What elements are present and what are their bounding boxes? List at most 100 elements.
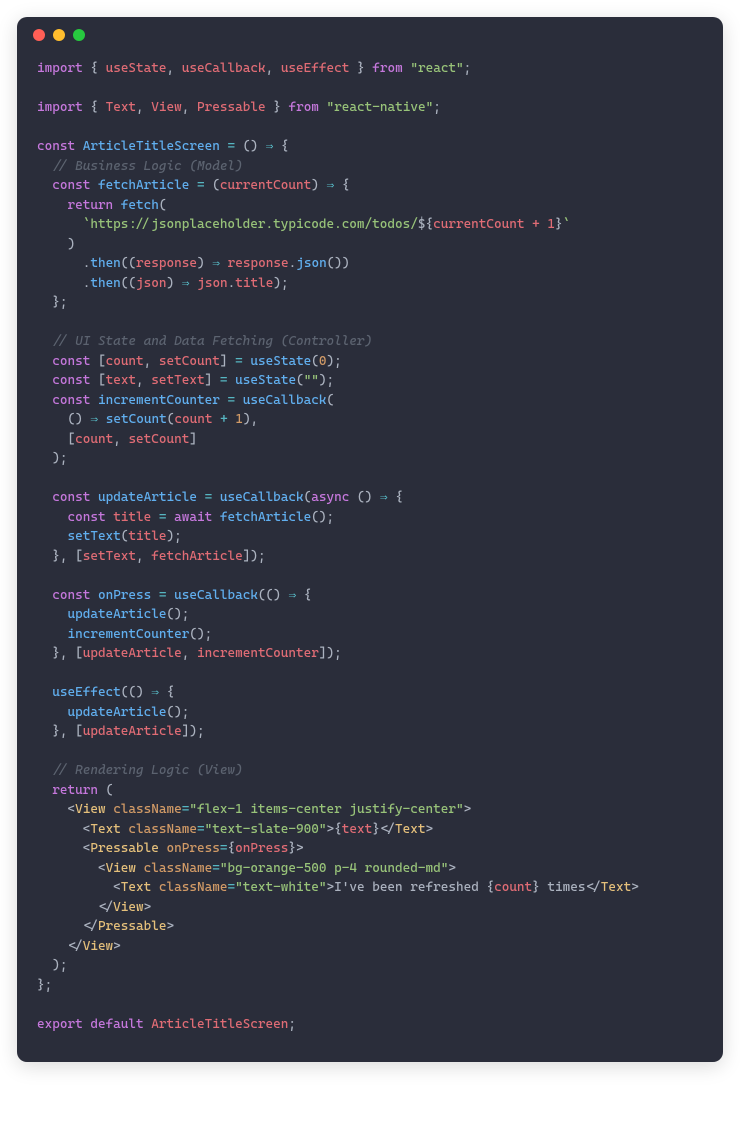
token-w	[37, 880, 113, 895]
token-tmpl: currentCount + 1	[433, 217, 555, 232]
token-p: {	[281, 139, 289, 154]
token-p: ;	[288, 1017, 296, 1032]
token-var: Pressable	[197, 100, 266, 115]
token-op: ⇒	[151, 685, 159, 700]
token-var: useEffect	[281, 61, 350, 76]
token-fn: updateArticle	[98, 490, 197, 505]
token-p: {	[486, 880, 494, 895]
token-w	[90, 178, 98, 193]
token-kw: const	[52, 393, 90, 408]
code-line: () ⇒ setCount(count + 1),	[37, 410, 703, 430]
token-p: ();	[167, 705, 190, 720]
token-tag: Text	[121, 880, 151, 895]
token-w	[37, 237, 67, 252]
code-line: <Text className="text-slate-900">{text}<…	[37, 820, 703, 840]
code-line: return (	[37, 781, 703, 801]
token-op: ⇒	[182, 276, 190, 291]
token-w	[159, 685, 167, 700]
token-w	[37, 958, 52, 973]
token-var: count	[75, 432, 113, 447]
code-line	[37, 995, 703, 1015]
token-p: [	[75, 646, 83, 661]
code-line: }, [updateArticle]);	[37, 722, 703, 742]
token-p: ();	[311, 510, 334, 525]
token-fn: useState	[250, 354, 311, 369]
token-w	[37, 861, 98, 876]
token-w	[174, 276, 182, 291]
token-w	[220, 256, 228, 271]
code-line	[37, 664, 703, 684]
token-var: count	[106, 354, 144, 369]
code-line: // Rendering Logic (View)	[37, 761, 703, 781]
token-var: incrementCounter	[197, 646, 319, 661]
token-p: [	[98, 373, 106, 388]
token-p: };	[37, 978, 52, 993]
token-p: );	[327, 354, 342, 369]
code-line: updateArticle();	[37, 703, 703, 723]
token-w	[37, 159, 52, 174]
token-w	[212, 373, 220, 388]
code-line: <Pressable onPress={onPress}>	[37, 839, 703, 859]
token-kw: from	[288, 100, 318, 115]
token-w	[174, 61, 182, 76]
token-fn: fetch	[121, 198, 159, 213]
token-w	[167, 588, 175, 603]
token-w	[235, 139, 243, 154]
token-str: "react-native"	[327, 100, 434, 115]
token-p: ();	[189, 627, 212, 642]
token-w	[273, 139, 281, 154]
code-line: <View className="bg-orange-500 p-4 round…	[37, 859, 703, 879]
token-p: >	[464, 802, 472, 817]
code-line: </View>	[37, 937, 703, 957]
token-p: >	[448, 861, 456, 876]
code-line: const incrementCounter = useCallback(	[37, 391, 703, 411]
token-op: =	[227, 880, 235, 895]
token-var: ArticleTitleScreen	[151, 1017, 288, 1032]
token-fn: then	[90, 276, 120, 291]
token-w	[37, 783, 52, 798]
token-p: >	[113, 939, 121, 954]
token-fn: incrementCounter	[98, 393, 220, 408]
token-p: >{	[326, 822, 341, 837]
token-num: 0	[319, 354, 327, 369]
token-var: updateArticle	[83, 724, 182, 739]
token-w	[167, 510, 175, 525]
token-w	[334, 178, 342, 193]
token-p: ,	[136, 373, 144, 388]
token-attr: className	[113, 802, 182, 817]
token-kw: const	[37, 139, 75, 154]
token-fn: json	[296, 256, 326, 271]
token-op: =	[220, 373, 228, 388]
code-line: };	[37, 976, 703, 996]
token-w	[37, 490, 52, 505]
token-p: ,	[167, 61, 175, 76]
close-dot-icon[interactable]	[33, 29, 45, 41]
code-line: import { Text, View, Pressable } from "r…	[37, 98, 703, 118]
code-line: [count, setCount]	[37, 430, 703, 450]
code-line: <Text className="text-white">I've been r…	[37, 878, 703, 898]
token-p: ,	[136, 549, 144, 564]
token-w	[98, 61, 106, 76]
token-p: <	[67, 802, 75, 817]
code-line: // UI State and Data Fetching (Controlle…	[37, 332, 703, 352]
code-line	[37, 118, 703, 138]
token-op: =	[212, 861, 220, 876]
token-w	[227, 354, 235, 369]
token-w	[151, 354, 159, 369]
minimize-dot-icon[interactable]	[53, 29, 65, 41]
code-line: </Pressable>	[37, 917, 703, 937]
token-w: times	[540, 880, 586, 895]
token-p: );	[52, 958, 67, 973]
token-p: {	[90, 61, 98, 76]
token-var: title	[128, 529, 166, 544]
token-w	[37, 178, 52, 193]
token-w	[67, 646, 75, 661]
token-var: setText	[83, 549, 136, 564]
code-line: );	[37, 956, 703, 976]
token-p: (	[311, 354, 319, 369]
token-w	[37, 217, 83, 232]
token-w	[113, 198, 121, 213]
zoom-dot-icon[interactable]	[73, 29, 85, 41]
token-var: setCount	[159, 354, 220, 369]
token-kw: return	[67, 198, 113, 213]
